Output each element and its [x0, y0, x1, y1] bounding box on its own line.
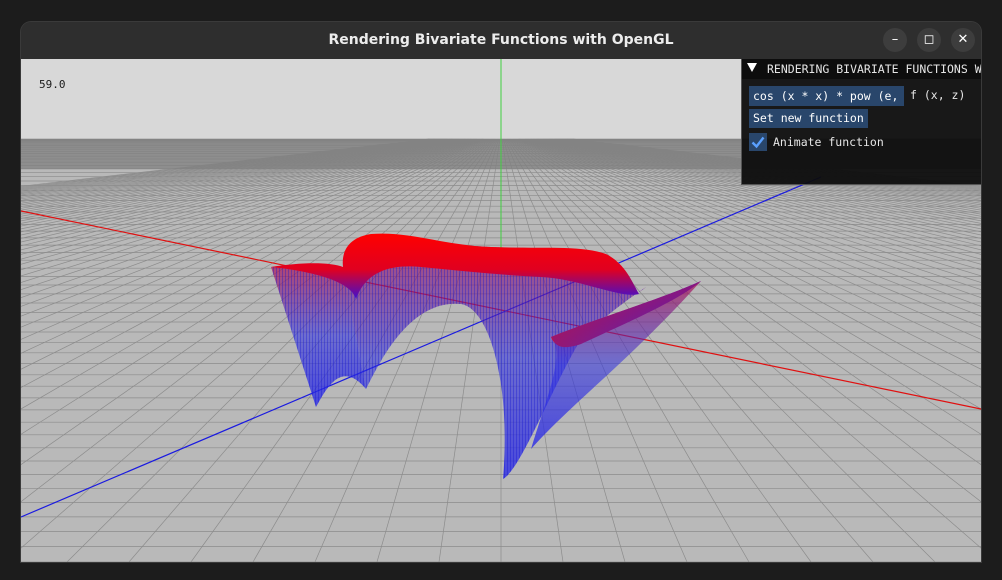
fps-counter: 59.0 — [39, 78, 66, 91]
maximize-button[interactable]: ◻ — [917, 28, 941, 52]
maximize-icon: ◻ — [923, 32, 935, 47]
checkmark-icon — [751, 136, 765, 149]
panel-title: RENDERING BIVARIATE FUNCTIONS WITH OPENG… — [767, 62, 981, 76]
window-title: Rendering Bivariate Functions with OpenG… — [328, 32, 674, 48]
minimize-icon: – — [891, 32, 899, 47]
animate-checkbox[interactable] — [749, 133, 767, 151]
function-label: f (x, z) — [910, 88, 966, 102]
imgui-control-panel: RENDERING BIVARIATE FUNCTIONS WITH OPENG… — [741, 59, 981, 185]
panel-header[interactable]: RENDERING BIVARIATE FUNCTIONS WITH OPENG… — [742, 59, 981, 79]
minimize-button[interactable]: – — [883, 28, 907, 52]
function-input[interactable]: cos (x * x) * pow (e, -z * z) — [749, 86, 904, 106]
title-bar[interactable]: Rendering Bivariate Functions with OpenG… — [21, 22, 981, 60]
app-window: Rendering Bivariate Functions with OpenG… — [21, 22, 981, 562]
collapse-triangle-icon[interactable] — [747, 63, 757, 72]
animate-function-label: Animate function — [773, 135, 884, 149]
close-icon: ✕ — [957, 32, 969, 47]
close-button[interactable]: ✕ — [951, 28, 975, 52]
set-new-function-button[interactable]: Set new function — [749, 109, 868, 128]
opengl-viewport[interactable]: 59.0 RENDERING BIVARIATE FUNCTIONS WITH … — [21, 59, 981, 562]
